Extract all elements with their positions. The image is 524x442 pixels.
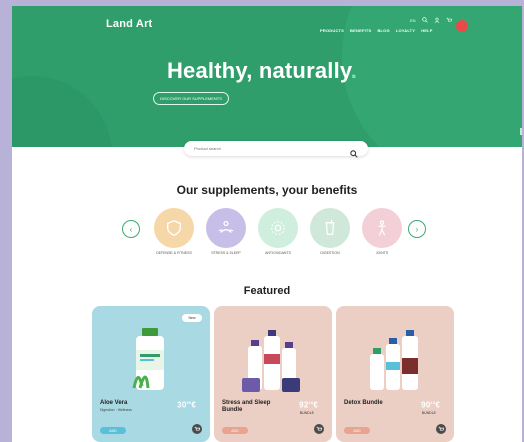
logo[interactable]: Land Art [106,18,152,30]
category-label: JOINTS [375,251,389,255]
price-label: BUNDLE [421,411,436,415]
add-button[interactable]: ADD [344,427,370,434]
hero-decoration [12,76,112,147]
drink-icon [325,219,335,235]
category-circle [310,208,350,248]
product-price: 3090€ [177,400,196,410]
chevron-left-icon: ‹ [129,224,133,234]
category-circle [362,208,402,248]
product-card-detox[interactable]: Detox Bundle 9015€ BUNDLE ADD [336,306,454,442]
add-to-cart-button[interactable] [314,424,324,434]
product-subtitle: Digestion · Wellness [100,408,132,412]
featured-title: Featured [243,285,291,297]
category-stress[interactable]: STRESS & SLEEP [206,208,246,255]
search-input[interactable] [194,146,324,151]
discover-button[interactable]: DISCOVER OUR SUPPLEMENTS [153,92,229,105]
top-utilities: EN [410,17,452,23]
search-icon[interactable] [350,145,358,158]
supplement-categories: DEFENSE & FITNESS STRESS & SLEEP ANTIOXI… [154,208,402,255]
bundle-bottles-image [242,330,300,392]
cart-icon [438,426,444,431]
category-label: STRESS & SLEEP [211,251,241,255]
product-price: 9015€ [421,400,440,410]
price-label: BUNDLE [299,411,314,415]
chevron-right-icon: › [415,224,419,234]
price-currency: € [191,400,196,410]
category-label: DIGESTION [320,251,340,255]
product-name: Stress and Sleep Bundle [222,400,271,413]
add-button[interactable]: ADD [222,427,248,434]
meditation-icon [218,220,234,233]
nav-item-help[interactable]: HELP [421,28,432,33]
hero-title-dot: . [350,58,358,83]
main-nav: PRODUCTS BENEFITS BLOG LOYALTY HELP [320,28,433,33]
joints-icon [378,220,386,236]
product-card-aloe-vera[interactable]: New Aloe Vera Digestion · Wellness 3090€… [92,306,210,442]
category-circle [206,208,246,248]
category-digestion[interactable]: DIGESTION [310,208,350,255]
nav-item-loyalty[interactable]: LOYALTY [396,28,415,33]
price-currency: € [435,400,440,410]
nav-item-blog[interactable]: BLOG [377,28,389,33]
category-circle [258,208,298,248]
cart-icon [194,426,200,431]
cart-icon [316,426,322,431]
add-button[interactable]: ADD [100,427,126,434]
category-label: DEFENSE & FITNESS [156,251,192,255]
country-flag-icon[interactable] [456,20,468,32]
hero-banner: Land Art EN PRODUCTS BENEFITS BLOG LOYAL… [12,6,522,147]
new-badge: New [182,314,202,322]
add-to-cart-button[interactable] [436,424,446,434]
category-joints[interactable]: JOINTS [362,208,402,255]
search-bar[interactable] [184,141,368,158]
shield-icon [167,220,181,236]
cart-icon[interactable] [446,17,452,23]
nav-item-products[interactable]: PRODUCTS [320,28,344,33]
category-label: ANTIOXIDANTS [265,251,291,255]
price-currency: € [313,400,318,410]
product-card-stress-sleep[interactable]: Stress and Sleep Bundle 9210€ BUNDLE ADD [214,306,332,442]
aloe-vera-bottle-image [132,328,164,390]
add-to-cart-button[interactable] [192,424,202,434]
product-name: Detox Bundle [344,400,383,406]
hero-title-text: Healthy, naturally [166,58,351,83]
language-selector[interactable]: EN [410,18,416,23]
scroll-indicator [520,128,522,135]
product-name: Aloe Vera [100,400,128,406]
product-price: 9210€ [299,400,318,410]
category-defense[interactable]: DEFENSE & FITNESS [154,208,194,255]
hero-title: Healthy, naturally. [152,58,372,84]
search-icon[interactable] [421,17,428,23]
supplements-title: Our supplements, your benefits [176,183,358,197]
antioxidant-icon [271,221,285,235]
category-antioxidants[interactable]: ANTIOXIDANTS [258,208,298,255]
user-icon[interactable] [434,17,440,23]
page: Land Art EN PRODUCTS BENEFITS BLOG LOYAL… [12,6,522,442]
carousel-next-button[interactable]: › [408,220,426,238]
category-circle [154,208,194,248]
carousel-prev-button[interactable]: ‹ [122,220,140,238]
bundle-bottles-image [370,330,418,390]
nav-item-benefits[interactable]: BENEFITS [350,28,371,33]
